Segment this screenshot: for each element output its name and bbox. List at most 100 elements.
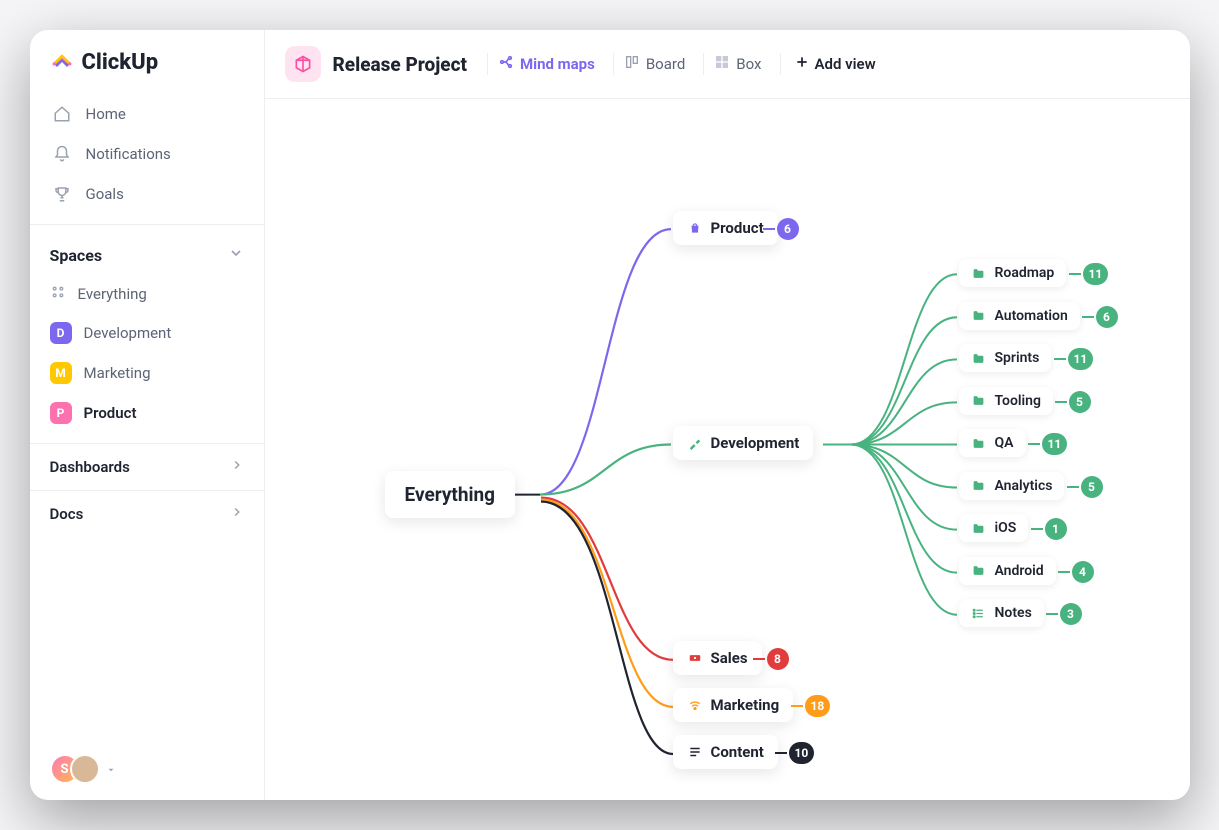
link-docs[interactable]: Docs — [30, 490, 264, 537]
nav-notifications[interactable]: Notifications — [30, 134, 264, 174]
home-icon — [52, 104, 72, 124]
node-label: Product — [711, 219, 764, 237]
trophy-icon — [52, 184, 72, 204]
ticket-icon — [687, 650, 703, 666]
count-badge: 6 — [777, 218, 799, 240]
node-dev-child[interactable]: Notes — [959, 599, 1044, 627]
node-label: Tooling — [995, 393, 1041, 409]
folder-icon — [971, 308, 987, 324]
count-badge: 4 — [1072, 561, 1094, 583]
chevron-right-icon — [230, 458, 244, 476]
divider — [30, 224, 264, 225]
nav-primary: Home Notifications Goals — [30, 90, 264, 218]
node-marketing[interactable]: Marketing — [673, 688, 794, 722]
count-badge: 8 — [767, 648, 789, 670]
project-title: Release Project — [333, 53, 467, 76]
node-label: Android — [995, 563, 1044, 579]
space-development[interactable]: D Development — [30, 313, 264, 353]
space-badge-dev: D — [50, 322, 72, 344]
node-label: iOS — [995, 520, 1017, 536]
space-everything-label: Everything — [78, 285, 147, 303]
connector-tick — [1054, 358, 1066, 360]
mindmap-canvas[interactable]: Everything Product 6 Development Sales 8 — [265, 99, 1190, 800]
connector-tick — [1055, 401, 1067, 403]
space-badge-product: P — [50, 402, 72, 424]
view-tab-label: Board — [646, 55, 685, 73]
space-label: Development — [84, 324, 172, 342]
count-badge: 5 — [1081, 476, 1103, 498]
user-avatars[interactable]: S — [50, 754, 116, 784]
nav-goals[interactable]: Goals — [30, 174, 264, 214]
chevron-down-icon — [228, 245, 244, 265]
spaces-header-label: Spaces — [50, 246, 103, 265]
avatar[interactable] — [70, 754, 100, 784]
node-root[interactable]: Everything — [385, 471, 516, 518]
connector-tick — [1046, 613, 1058, 615]
spaces-header[interactable]: Spaces — [30, 231, 264, 275]
node-label: Sales — [711, 649, 748, 667]
hammer-icon — [687, 435, 703, 451]
connector-tick — [1067, 486, 1079, 488]
node-label: Content — [711, 743, 764, 761]
view-tab-label: Box — [736, 55, 761, 73]
main-area: Release Project Mind maps Board Box — [265, 30, 1190, 800]
node-dev-child[interactable]: Analytics — [959, 472, 1065, 500]
box-icon — [714, 54, 730, 74]
count-badge: 3 — [1060, 603, 1082, 625]
space-badge-marketing: M — [50, 362, 72, 384]
project-badge[interactable] — [285, 46, 321, 82]
folder-icon — [971, 563, 987, 579]
view-tab-board[interactable]: Board — [613, 53, 695, 75]
nav-home-label: Home — [86, 105, 126, 123]
node-dev-child[interactable]: Sprints — [959, 344, 1052, 372]
node-label: Automation — [995, 308, 1068, 324]
connector-tick — [1082, 316, 1094, 318]
node-label: Marketing — [711, 696, 780, 714]
brand-row[interactable]: ClickUp — [30, 30, 264, 90]
count-badge: 6 — [1096, 306, 1118, 328]
brand-text: ClickUp — [82, 50, 159, 75]
node-dev-child[interactable]: Roadmap — [959, 259, 1067, 287]
node-content[interactable]: Content — [673, 735, 778, 769]
add-view-button[interactable]: Add view — [780, 53, 876, 75]
node-dev-child[interactable]: Tooling — [959, 387, 1053, 415]
space-product[interactable]: P Product — [30, 393, 264, 433]
node-dev-child[interactable]: Android — [959, 557, 1056, 585]
topbar: Release Project Mind maps Board Box — [265, 30, 1190, 99]
connector-tick — [791, 705, 803, 707]
node-dev-child[interactable]: iOS — [959, 514, 1029, 542]
space-label: Marketing — [84, 364, 151, 382]
board-icon — [624, 54, 640, 74]
count-badge: 11 — [1042, 433, 1068, 455]
connector-tick — [1069, 273, 1081, 275]
connector-tick — [1028, 443, 1040, 445]
lines-icon — [687, 744, 703, 760]
node-dev-child[interactable]: QA — [959, 429, 1026, 457]
node-sales[interactable]: Sales — [673, 641, 762, 675]
mindmap-icon — [498, 54, 514, 74]
count-badge: 11 — [1083, 263, 1109, 285]
node-dev-child[interactable]: Automation — [959, 302, 1080, 330]
node-label: Analytics — [995, 478, 1053, 494]
node-label: Roadmap — [995, 265, 1055, 281]
connector-tick — [1058, 571, 1070, 573]
caret-down-icon[interactable] — [106, 760, 116, 779]
node-label: Development — [711, 434, 800, 452]
link-dashboards[interactable]: Dashboards — [30, 443, 264, 490]
node-label: Everything — [405, 483, 496, 506]
node-label: Notes — [995, 605, 1032, 621]
add-view-label: Add view — [815, 55, 876, 73]
chevron-right-icon — [230, 505, 244, 523]
view-tab-mindmaps[interactable]: Mind maps — [487, 53, 605, 75]
folder-icon — [971, 350, 987, 366]
bag-icon — [687, 220, 703, 236]
node-development[interactable]: Development — [673, 426, 814, 460]
wifi-icon — [687, 697, 703, 713]
nav-home[interactable]: Home — [30, 94, 264, 134]
plus-icon — [795, 55, 809, 73]
space-everything[interactable]: Everything — [30, 275, 264, 313]
count-badge: 10 — [789, 742, 815, 764]
space-marketing[interactable]: M Marketing — [30, 353, 264, 393]
folder-icon — [971, 435, 987, 451]
view-tab-box[interactable]: Box — [703, 53, 771, 75]
